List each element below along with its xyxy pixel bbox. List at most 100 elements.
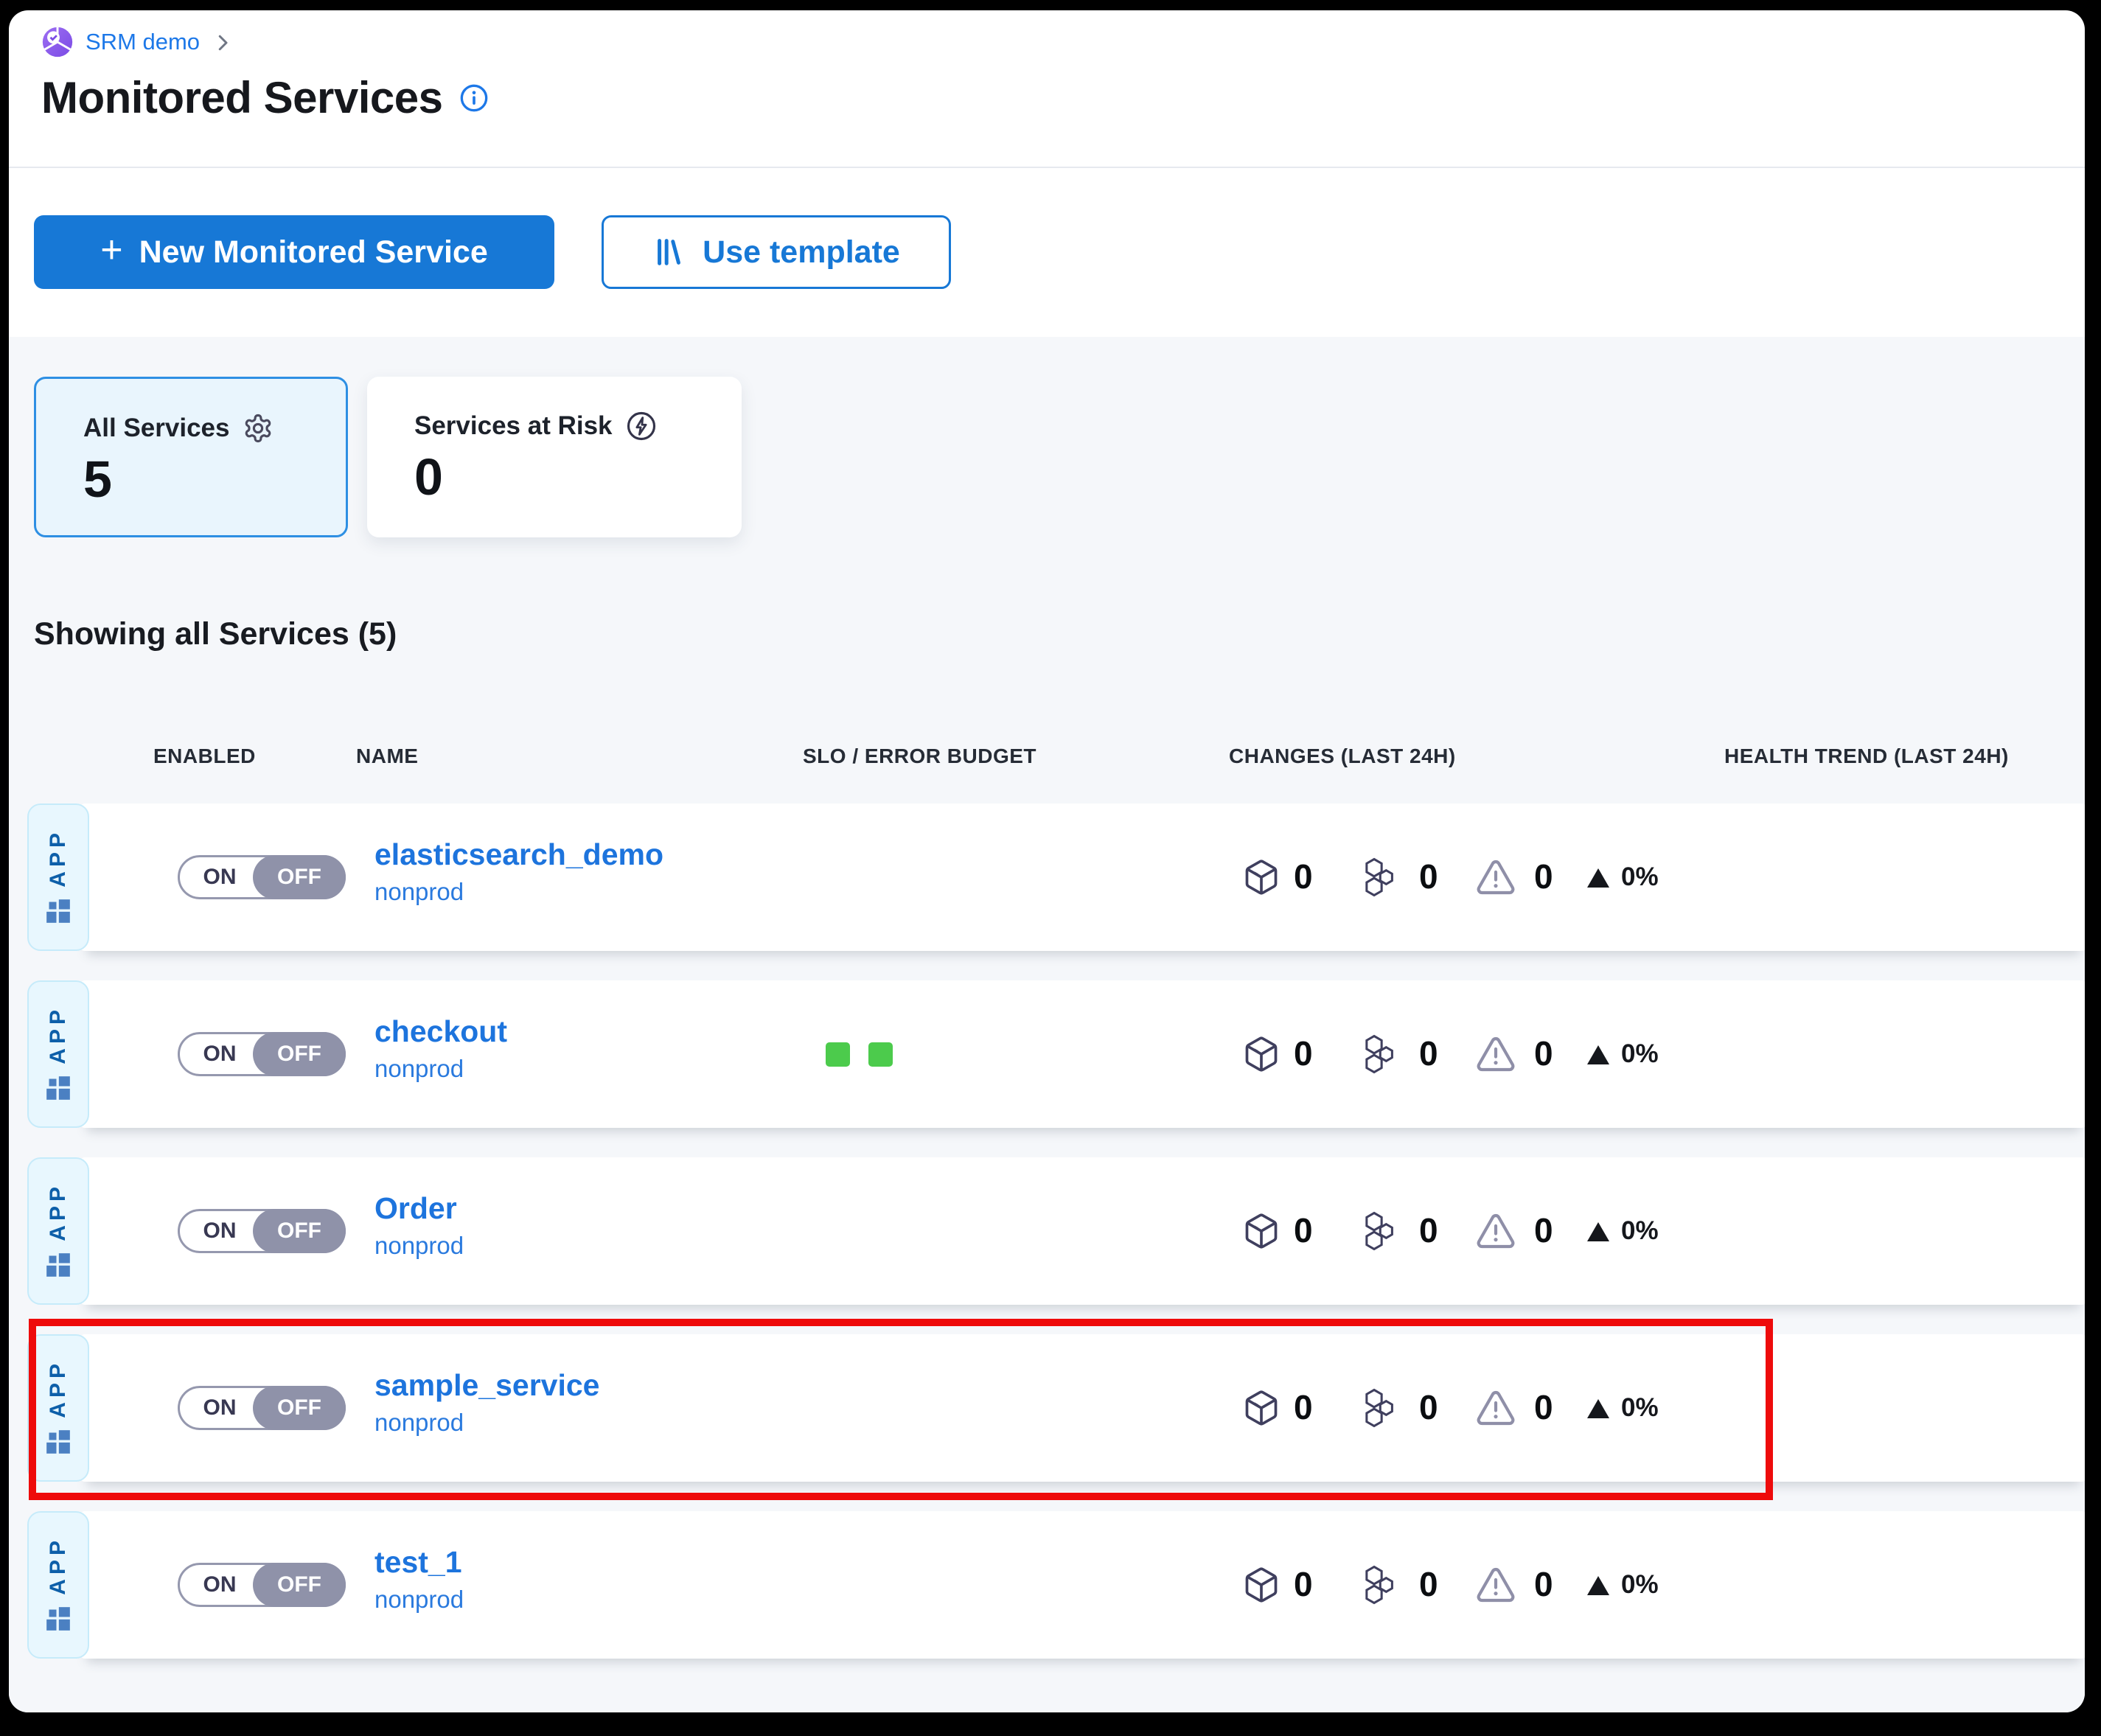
deployments-count: 0 bbox=[1294, 1033, 1313, 1073]
service-environment: nonprod bbox=[374, 1409, 599, 1437]
toggle-on-label[interactable]: ON bbox=[180, 857, 259, 897]
alerts-warning-icon bbox=[1475, 1387, 1516, 1429]
alerts-count: 0 bbox=[1534, 1387, 1553, 1427]
service-name-block: sample_service nonprod bbox=[374, 1368, 599, 1437]
header-divider bbox=[9, 167, 2085, 168]
service-row: APP ON OFF test_1 nonprod 0 0 bbox=[27, 1511, 2085, 1659]
toggle-on-label[interactable]: ON bbox=[180, 1034, 259, 1074]
service-name-link[interactable]: test_1 bbox=[374, 1545, 464, 1580]
all-services-label: All Services bbox=[83, 414, 229, 443]
infrastructure-count: 0 bbox=[1419, 1387, 1438, 1427]
column-header-slo: SLO / ERROR BUDGET bbox=[803, 745, 1036, 768]
use-template-label: Use template bbox=[703, 234, 900, 271]
health-trend-value: 0% bbox=[1621, 1216, 1659, 1246]
service-environment: nonprod bbox=[374, 878, 663, 906]
app-grid-icon bbox=[43, 1604, 73, 1634]
service-name-block: checkout nonprod bbox=[374, 1014, 507, 1083]
infrastructure-hexagons-icon bbox=[1359, 1210, 1400, 1252]
toggle-on-label[interactable]: ON bbox=[180, 1565, 259, 1605]
library-icon bbox=[652, 235, 686, 269]
enabled-toggle[interactable]: ON OFF bbox=[178, 1209, 346, 1253]
services-at-risk-count: 0 bbox=[414, 447, 742, 506]
all-services-card[interactable]: All Services 5 bbox=[34, 377, 348, 537]
alerts-count: 0 bbox=[1534, 1210, 1553, 1250]
app-type-tag: APP bbox=[27, 1157, 89, 1305]
app-grid-icon bbox=[43, 1073, 73, 1103]
service-name-block: Order nonprod bbox=[374, 1191, 464, 1260]
lightning-icon bbox=[626, 411, 657, 442]
deployments-package-icon bbox=[1242, 1566, 1281, 1604]
deployments-package-icon bbox=[1242, 1389, 1281, 1427]
services-at-risk-label: Services at Risk bbox=[414, 411, 613, 441]
info-icon[interactable] bbox=[459, 83, 489, 113]
list-heading: Showing all Services (5) bbox=[34, 616, 397, 652]
infrastructure-hexagons-icon bbox=[1359, 1033, 1400, 1075]
health-trend-value: 0% bbox=[1621, 1393, 1659, 1423]
app-tag-label: APP bbox=[46, 1536, 71, 1595]
app-tag-label: APP bbox=[46, 1005, 71, 1064]
alerts-warning-icon bbox=[1475, 1033, 1516, 1075]
new-monitored-service-button[interactable]: + New Monitored Service bbox=[34, 215, 554, 289]
service-name-link[interactable]: sample_service bbox=[374, 1368, 599, 1403]
plus-icon: + bbox=[100, 231, 122, 269]
app-grid-icon bbox=[43, 1250, 73, 1280]
trend-up-arrow-icon bbox=[1587, 868, 1609, 888]
column-header-enabled: ENABLED bbox=[153, 745, 256, 768]
trend-up-arrow-icon bbox=[1587, 1576, 1609, 1595]
health-trend-value: 0% bbox=[1621, 1570, 1659, 1600]
gear-icon bbox=[243, 413, 273, 444]
deployments-package-icon bbox=[1242, 858, 1281, 896]
app-type-tag: APP bbox=[27, 980, 89, 1128]
service-name-block: test_1 nonprod bbox=[374, 1545, 464, 1614]
toggle-off-label[interactable]: OFF bbox=[253, 855, 346, 899]
all-services-count: 5 bbox=[83, 450, 346, 509]
enabled-toggle[interactable]: ON OFF bbox=[178, 855, 346, 899]
alerts-warning-icon bbox=[1475, 1210, 1516, 1252]
app-grid-icon bbox=[43, 1427, 73, 1457]
service-name-link[interactable]: checkout bbox=[374, 1014, 507, 1049]
service-environment: nonprod bbox=[374, 1586, 464, 1614]
toggle-on-label[interactable]: ON bbox=[180, 1211, 259, 1251]
deployments-package-icon bbox=[1242, 1035, 1281, 1073]
toggle-off-label[interactable]: OFF bbox=[253, 1386, 346, 1430]
app-window: SRM demo Monitored Services + New Monito… bbox=[9, 10, 2085, 1712]
use-template-button[interactable]: Use template bbox=[602, 215, 951, 289]
trend-up-arrow-icon bbox=[1587, 1399, 1609, 1418]
services-at-risk-card[interactable]: Services at Risk 0 bbox=[367, 377, 742, 537]
service-row: APP ON OFF elasticsearch_demo nonprod 0 bbox=[27, 803, 2085, 951]
service-name-link[interactable]: Order bbox=[374, 1191, 464, 1226]
alerts-count: 0 bbox=[1534, 857, 1553, 896]
infrastructure-hexagons-icon bbox=[1359, 1387, 1400, 1429]
service-name-link[interactable]: elasticsearch_demo bbox=[374, 837, 663, 872]
app-type-tag: APP bbox=[27, 1511, 89, 1659]
service-environment: nonprod bbox=[374, 1055, 507, 1083]
infrastructure-hexagons-icon bbox=[1359, 1564, 1400, 1606]
breadcrumb: SRM demo bbox=[41, 25, 234, 59]
app-type-tag: APP bbox=[27, 803, 89, 951]
breadcrumb-link[interactable]: SRM demo bbox=[86, 29, 200, 55]
column-header-health-trend: HEALTH TREND (LAST 24H) bbox=[1724, 745, 2009, 768]
column-header-name: NAME bbox=[356, 745, 418, 768]
alerts-count: 0 bbox=[1534, 1033, 1553, 1073]
enabled-toggle[interactable]: ON OFF bbox=[178, 1032, 346, 1076]
toggle-off-label[interactable]: OFF bbox=[253, 1209, 346, 1253]
enabled-toggle[interactable]: ON OFF bbox=[178, 1386, 346, 1430]
column-header-changes: CHANGES (LAST 24H) bbox=[1229, 745, 1456, 768]
toggle-on-label[interactable]: ON bbox=[180, 1388, 259, 1428]
toggle-off-label[interactable]: OFF bbox=[253, 1563, 346, 1607]
alerts-warning-icon bbox=[1475, 857, 1516, 898]
infrastructure-hexagons-icon bbox=[1359, 857, 1400, 898]
infrastructure-count: 0 bbox=[1419, 1033, 1438, 1073]
service-row: APP ON OFF sample_service nonprod 0 bbox=[27, 1334, 2085, 1482]
infrastructure-count: 0 bbox=[1419, 1210, 1438, 1250]
page-header: Monitored Services bbox=[41, 72, 489, 123]
app-tag-label: APP bbox=[46, 829, 71, 888]
alerts-warning-icon bbox=[1475, 1564, 1516, 1606]
health-trend-value: 0% bbox=[1621, 1039, 1659, 1069]
toggle-off-label[interactable]: OFF bbox=[253, 1032, 346, 1076]
infrastructure-count: 0 bbox=[1419, 1564, 1438, 1604]
alerts-count: 0 bbox=[1534, 1564, 1553, 1604]
slo-status-block bbox=[868, 1042, 893, 1067]
enabled-toggle[interactable]: ON OFF bbox=[178, 1563, 346, 1607]
slo-error-budget-cell bbox=[826, 1042, 893, 1067]
